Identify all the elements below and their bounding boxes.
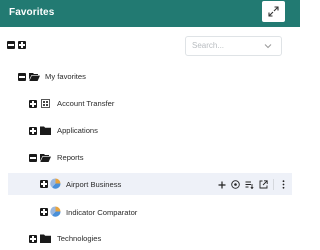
tree-item-technologies[interactable]: Technologies bbox=[0, 228, 300, 250]
tree-item-reports[interactable]: Reports bbox=[0, 147, 300, 169]
folder-icon bbox=[40, 126, 51, 135]
collapse-icon[interactable] bbox=[18, 73, 26, 81]
expand-icon bbox=[268, 6, 279, 17]
collapse-icon[interactable] bbox=[29, 154, 37, 162]
tree-label: Technologies bbox=[57, 234, 102, 243]
add-icon[interactable] bbox=[216, 179, 227, 190]
actions-divider bbox=[273, 179, 274, 190]
expand-icon[interactable] bbox=[40, 180, 48, 188]
expand-icon[interactable] bbox=[29, 235, 37, 243]
search-placeholder: Search... bbox=[192, 41, 225, 50]
expand-icon[interactable] bbox=[29, 127, 37, 135]
more-icon[interactable] bbox=[278, 179, 289, 190]
sort-icon[interactable] bbox=[244, 179, 255, 190]
tree-label: Applications bbox=[57, 126, 98, 135]
collapse-all-icon[interactable] bbox=[7, 41, 15, 49]
tree-item-applications[interactable]: Applications bbox=[0, 120, 300, 142]
tree-label: My favorites bbox=[45, 72, 86, 81]
open-external-icon[interactable] bbox=[258, 179, 269, 190]
expand-all-icon[interactable] bbox=[18, 41, 26, 49]
expand-icon[interactable] bbox=[40, 208, 48, 216]
favorites-header: Favorites bbox=[0, 0, 300, 27]
info-icon[interactable] bbox=[230, 179, 241, 190]
expand-icon[interactable] bbox=[29, 100, 37, 108]
row-actions bbox=[216, 179, 289, 190]
tree-label: Indicator Comparator bbox=[66, 208, 138, 217]
expand-button[interactable] bbox=[262, 1, 285, 22]
tree-root-my-favorites[interactable]: My favorites bbox=[0, 66, 300, 88]
chevron-down-icon[interactable] bbox=[264, 43, 272, 49]
dashboard-icon bbox=[41, 99, 50, 108]
tree-item-indicator-comparator[interactable]: Indicator Comparator bbox=[0, 201, 300, 223]
folder-open-icon bbox=[29, 73, 40, 81]
tree-label: Account Transfer bbox=[57, 99, 115, 108]
folder-icon bbox=[40, 234, 51, 243]
tree-item-airport-business[interactable]: Airport Business bbox=[8, 173, 292, 195]
tree-item-account-transfer[interactable]: Account Transfer bbox=[0, 93, 300, 115]
header-title: Favorites bbox=[9, 7, 55, 18]
chart-icon bbox=[50, 206, 61, 217]
tree-label: Reports bbox=[57, 153, 84, 162]
folder-open-icon bbox=[40, 154, 51, 162]
search-input[interactable]: Search... bbox=[185, 36, 282, 56]
tree-label: Airport Business bbox=[66, 180, 122, 189]
chart-icon bbox=[50, 178, 61, 189]
